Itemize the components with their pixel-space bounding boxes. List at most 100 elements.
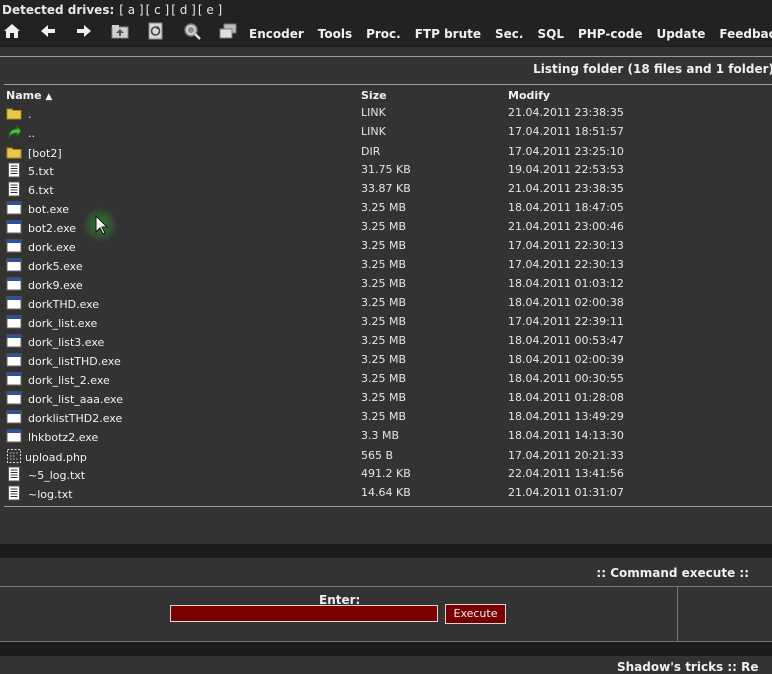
file-name-link[interactable]: bot.exe (28, 203, 69, 216)
divider (4, 84, 772, 85)
drive-a-link[interactable]: [ a ] (119, 3, 143, 17)
file-name-link[interactable]: bot2.exe (28, 222, 76, 235)
text-file-icon (6, 466, 22, 482)
file-size: LINK (361, 106, 386, 119)
file-name-link[interactable]: dork5.exe (28, 260, 83, 273)
menu-tools[interactable]: Tools (318, 27, 352, 41)
file-name-link[interactable]: dork_list3.exe (28, 336, 104, 349)
exe-file-icon (6, 200, 22, 216)
divider (0, 56, 772, 57)
menu-feedback[interactable]: Feedback (719, 27, 772, 41)
exe-file-icon (6, 428, 22, 444)
command-input[interactable] (170, 605, 438, 622)
menu-update[interactable]: Update (656, 27, 705, 41)
file-name-link[interactable]: .. (28, 127, 35, 140)
file-modified-date: 22.04.2011 13:41:56 (508, 467, 624, 480)
file-size: 3.25 MB (361, 372, 407, 385)
file-row[interactable]: dorkTHD.exe 3.25 MB 18.04.2011 02:00:38 (0, 294, 772, 313)
file-name-link[interactable]: dork_list_2.exe (28, 374, 110, 387)
menu-sql[interactable]: SQL (537, 27, 564, 41)
divider (4, 506, 772, 507)
back-icon[interactable] (38, 21, 58, 41)
file-row[interactable]: .. LINK 17.04.2011 18:51:57 (0, 123, 772, 142)
file-row[interactable]: dork_list3.exe 3.25 MB 18.04.2011 00:53:47 (0, 332, 772, 351)
file-name-link[interactable]: dorklistTHD2.exe (28, 412, 122, 425)
file-name-link[interactable]: ~5_log.txt (28, 469, 85, 482)
column-header-name[interactable]: Name ▲ (6, 89, 52, 102)
column-header-modify[interactable]: Modify (508, 89, 550, 102)
file-row[interactable]: upload.php 565 B 17.04.2011 20:21:33 (0, 447, 772, 466)
file-row[interactable]: dorklistTHD2.exe 3.25 MB 18.04.2011 13:49:… (0, 408, 772, 427)
file-size: 3.25 MB (361, 277, 407, 290)
file-name-link[interactable]: upload.php (25, 451, 87, 464)
file-row[interactable]: dork_listTHD.exe 3.25 MB 18.04.2011 02:00:… (0, 351, 772, 370)
file-name-link[interactable]: 6.txt (28, 184, 54, 197)
exe-file-icon (6, 333, 22, 349)
file-row[interactable]: 5.txt 31.75 KB 19.04.2011 22:53:53 (0, 161, 772, 180)
section-separator (0, 642, 772, 656)
exe-file-icon (6, 219, 22, 235)
refresh-icon[interactable] (146, 21, 166, 41)
exe-file-icon (6, 314, 22, 330)
main-menu: Encoder Tools Proc. FTP brute Sec. SQL P… (249, 27, 772, 41)
home-icon[interactable] (2, 21, 22, 41)
execute-button[interactable]: Execute (445, 604, 506, 624)
file-row[interactable]: dork_list.exe 3.25 MB 17.04.2011 22:39:11 (0, 313, 772, 332)
file-name-link[interactable]: dork9.exe (28, 279, 83, 292)
file-row[interactable]: [bot2] DIR 17.04.2011 23:25:10 (0, 143, 772, 162)
sort-ascending-icon: ▲ (45, 92, 53, 102)
drives-label: Detected drives: (2, 3, 115, 17)
file-size: 31.75 KB (361, 163, 411, 176)
exe-file-icon (6, 352, 22, 368)
file-name-link[interactable]: [bot2] (28, 147, 62, 160)
menu-encoder[interactable]: Encoder (249, 27, 304, 41)
file-name-link[interactable]: dork_list.exe (28, 317, 97, 330)
file-name-link[interactable]: dork_list_aaa.exe (28, 393, 123, 406)
file-row[interactable]: ~log.txt 14.64 KB 21.04.2011 01:31:07 (0, 484, 772, 503)
file-size: 3.25 MB (361, 296, 407, 309)
forward-icon[interactable] (74, 21, 94, 41)
file-row[interactable]: ~5_log.txt 491.2 KB 22.04.2011 13:41:56 (0, 465, 772, 484)
text-file-icon (6, 181, 22, 197)
file-modified-date: 18.04.2011 13:49:29 (508, 410, 624, 423)
file-modified-date: 18.04.2011 14:13:30 (508, 429, 624, 442)
column-header-size[interactable]: Size (361, 89, 387, 102)
file-name-link[interactable]: 5.txt (28, 165, 54, 178)
file-name-link[interactable]: dorkTHD.exe (28, 298, 99, 311)
up-folder-icon[interactable] (110, 21, 130, 41)
file-modified-date: 19.04.2011 22:53:53 (508, 163, 624, 176)
file-row[interactable]: dork9.exe 3.25 MB 18.04.2011 01:03:12 (0, 275, 772, 294)
file-row[interactable]: . LINK 21.04.2011 23:38:35 (0, 104, 772, 123)
folder-tree-icon[interactable] (218, 21, 238, 41)
file-name-link[interactable]: ~log.txt (28, 488, 73, 501)
drive-d-link[interactable]: [ d ] (171, 3, 196, 17)
drive-c-link[interactable]: [ c ] (146, 3, 170, 17)
menu-php-code[interactable]: PHP-code (578, 27, 643, 41)
file-name-link[interactable]: lhkbotz2.exe (28, 431, 98, 444)
exe-file-icon (6, 295, 22, 311)
file-name-link[interactable]: dork_listTHD.exe (28, 355, 121, 368)
file-size: 3.25 MB (361, 315, 407, 328)
column-name-label: Name (6, 89, 42, 102)
file-row[interactable]: dork_list_2.exe 3.25 MB 18.04.2011 00:30:5… (0, 370, 772, 389)
file-row[interactable]: lhkbotz2.exe 3.3 MB 18.04.2011 14:13:30 (0, 427, 772, 446)
search-icon[interactable] (182, 21, 202, 41)
section-separator (0, 544, 772, 558)
drive-e-link[interactable]: [ e ] (198, 3, 222, 17)
file-row[interactable]: 6.txt 33.87 KB 21.04.2011 23:38:35 (0, 180, 772, 199)
file-row[interactable]: dork_list_aaa.exe 3.25 MB 18.04.2011 01:28… (0, 389, 772, 408)
menu-ftp-brute[interactable]: FTP brute (415, 27, 481, 41)
file-size: 33.87 KB (361, 182, 411, 195)
menu-sec[interactable]: Sec. (495, 27, 523, 41)
file-name-link[interactable]: dork.exe (28, 241, 76, 254)
file-size: 3.25 MB (361, 391, 407, 404)
exe-file-icon (6, 276, 22, 292)
file-row[interactable]: dork5.exe 3.25 MB 17.04.2011 22:30:13 (0, 256, 772, 275)
file-size: 491.2 KB (361, 467, 411, 480)
navigation-toolbar (2, 20, 254, 42)
file-size: 3.25 MB (361, 220, 407, 233)
file-size: 565 B (361, 449, 394, 462)
file-name-link[interactable]: . (28, 108, 32, 121)
file-modified-date: 21.04.2011 23:38:35 (508, 182, 624, 195)
menu-proc[interactable]: Proc. (366, 27, 401, 41)
